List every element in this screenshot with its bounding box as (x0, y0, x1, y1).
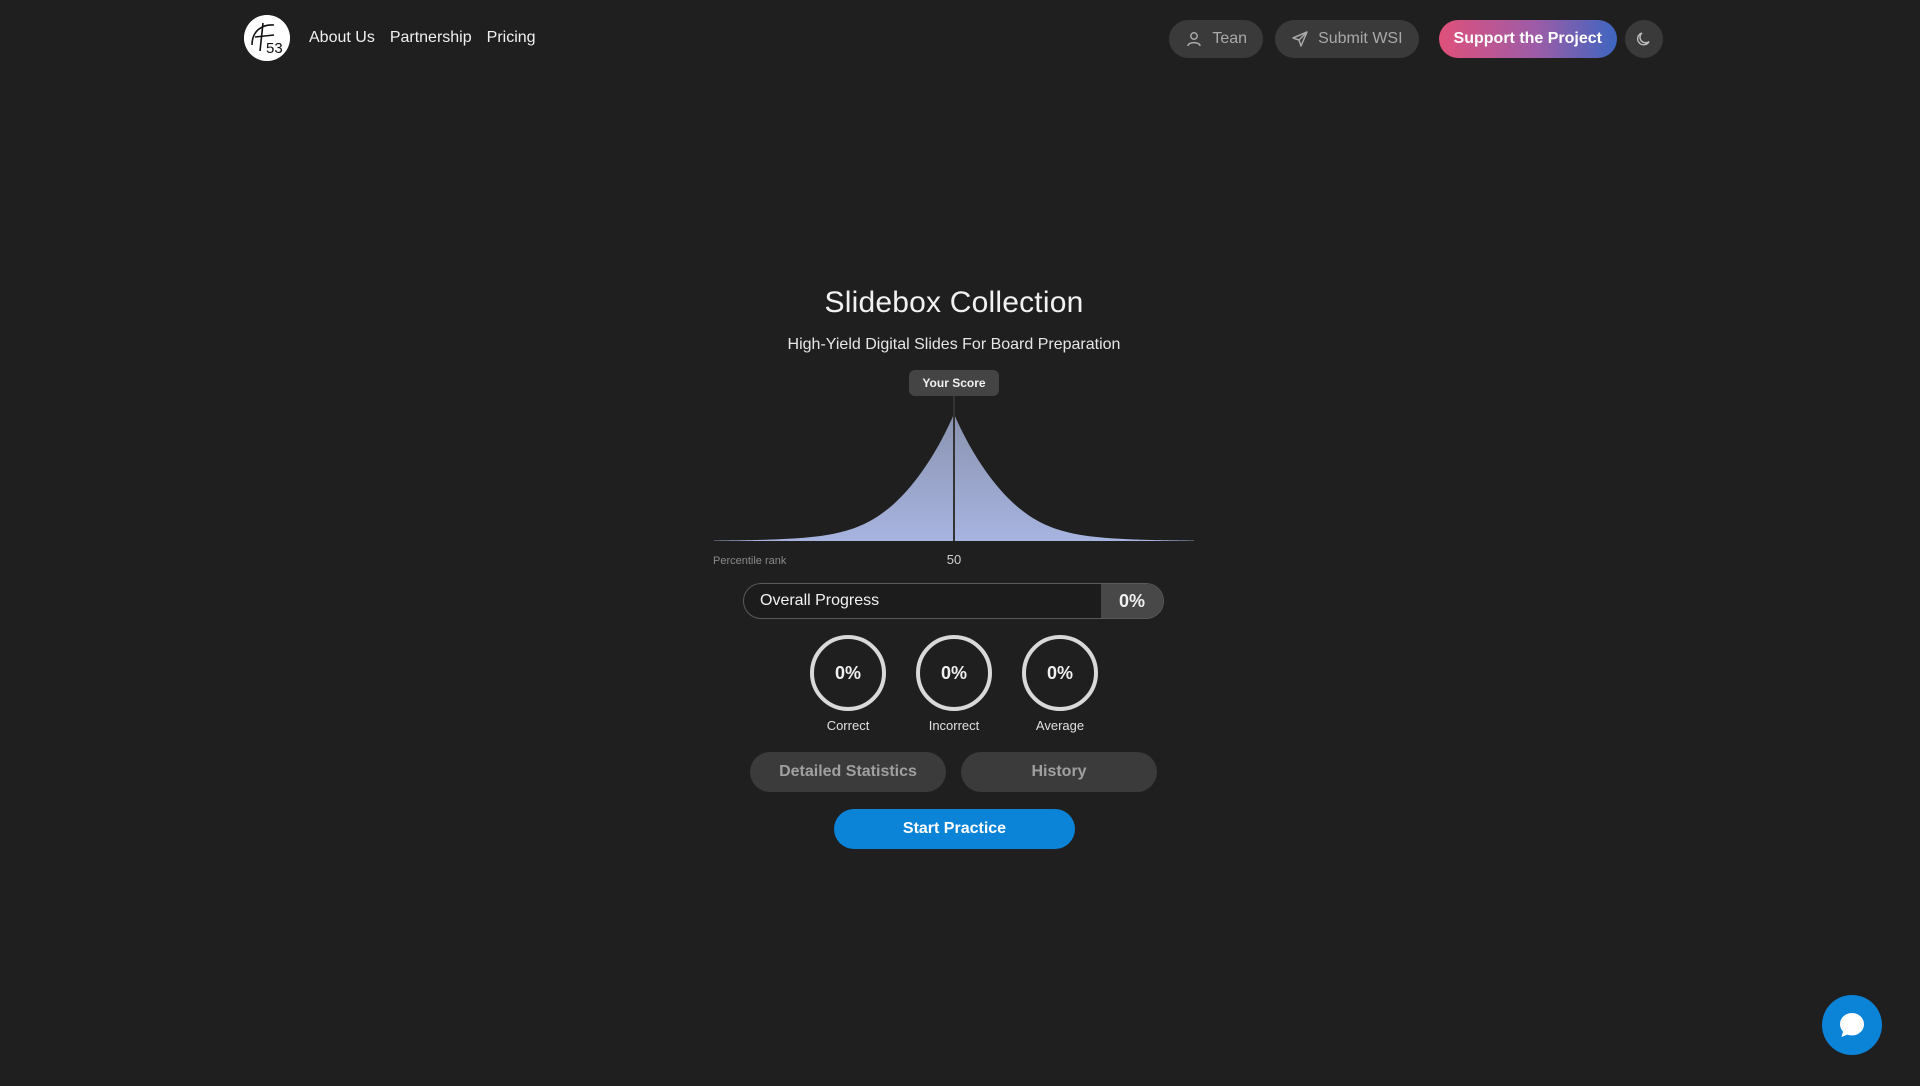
support-project-button[interactable]: Support the Project (1438, 20, 1617, 58)
main-nav: About Us Partnership Pricing (309, 27, 536, 49)
logo[interactable]: 53 (244, 15, 290, 61)
average-label: Average (1035, 718, 1085, 733)
logo-mark-icon: 53 (244, 15, 290, 61)
x-axis-label: Percentile rank (713, 555, 787, 567)
correct-ring: 0% (810, 635, 886, 711)
history-button[interactable]: History (961, 752, 1157, 792)
overall-progress-value: 0% (1101, 584, 1163, 618)
detailed-statistics-button[interactable]: Detailed Statistics (750, 752, 946, 792)
header-actions: Tean Submit WSI Support the Project (1169, 20, 1663, 58)
incorrect-label: Incorrect (928, 718, 980, 733)
percentile-chart: Percentile rank 50 (712, 396, 1196, 570)
header: 53 About Us Partnership Pricing Tean Sub… (0, 0, 1920, 78)
nav-pricing[interactable]: Pricing (487, 27, 536, 49)
chat-bubble-icon (1840, 1013, 1864, 1037)
correct-label: Correct (826, 718, 870, 733)
logo-text: 53 (266, 40, 283, 57)
overall-progress-label: Overall Progress (760, 592, 880, 609)
moon-icon (1636, 32, 1650, 46)
overall-progress-bar: Overall Progress 0% (743, 583, 1164, 619)
nav-about-us[interactable]: About Us (309, 27, 375, 49)
percentile-chart-svg: Percentile rank 50 (713, 396, 1194, 567)
nav-partnership[interactable]: Partnership (390, 27, 472, 49)
send-icon (1292, 31, 1308, 47)
chat-launcher-button[interactable] (1822, 995, 1882, 1055)
user-name: Tean (1212, 30, 1248, 47)
marker-tick-label: 50 (947, 552, 961, 567)
start-practice-button[interactable]: Start Practice (834, 809, 1075, 849)
page-subtitle: High-Yield Digital Slides For Board Prep… (787, 336, 1121, 353)
user-icon (1187, 32, 1202, 47)
page-title: Slidebox Collection (824, 286, 1084, 319)
page: 53 About Us Partnership Pricing Tean Sub… (0, 0, 1920, 1086)
your-score-tag: Your Score (909, 370, 999, 396)
user-button[interactable]: Tean (1169, 20, 1264, 58)
incorrect-ring: 0% (916, 635, 992, 711)
average-ring: 0% (1022, 635, 1098, 711)
submit-wsi-label: Submit WSI (1318, 30, 1403, 47)
submit-wsi-button[interactable]: Submit WSI (1275, 20, 1419, 58)
theme-toggle-button[interactable] (1625, 20, 1663, 58)
